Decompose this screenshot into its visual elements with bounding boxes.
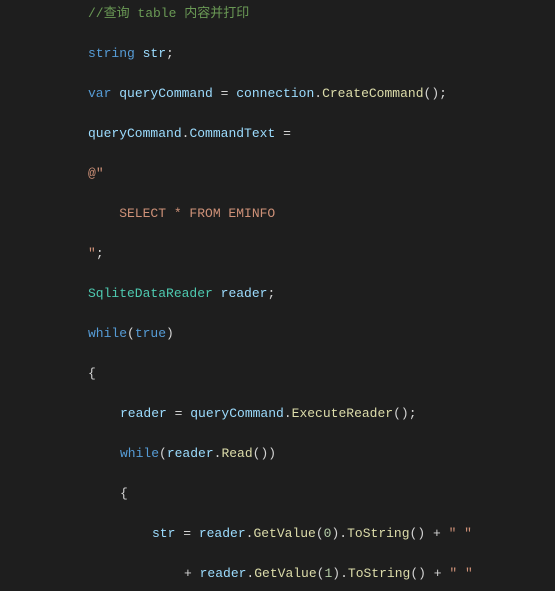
punct: = bbox=[175, 526, 198, 541]
code-line: { bbox=[0, 484, 555, 504]
code-line: + reader.GetValue(1).ToString() + " " bbox=[0, 564, 555, 584]
variable: str bbox=[143, 46, 166, 61]
punct: ; bbox=[409, 406, 417, 421]
code-line: "; bbox=[0, 244, 555, 264]
punct: ) bbox=[418, 566, 426, 581]
punct: + bbox=[425, 526, 448, 541]
variable: reader bbox=[221, 286, 268, 301]
keyword: while bbox=[88, 326, 127, 341]
punct: ) bbox=[401, 406, 409, 421]
punct: . bbox=[340, 566, 348, 581]
punct: ( bbox=[159, 446, 167, 461]
punct: ( bbox=[127, 326, 135, 341]
type: SqliteDataReader bbox=[88, 286, 213, 301]
punct: ) bbox=[417, 526, 425, 541]
code-line: str = reader.GetValue(0).ToString() + " … bbox=[0, 524, 555, 544]
method: ToString bbox=[347, 526, 409, 541]
method: ExecuteReader bbox=[292, 406, 393, 421]
code-line: SqliteDataReader reader; bbox=[0, 284, 555, 304]
variable: connection bbox=[236, 86, 314, 101]
punct: ; bbox=[439, 86, 447, 101]
punct: . bbox=[339, 526, 347, 541]
variable: reader bbox=[120, 406, 167, 421]
code-line: @" bbox=[0, 164, 555, 184]
keyword: var bbox=[88, 86, 111, 101]
method: Read bbox=[221, 446, 252, 461]
string: " " bbox=[449, 526, 472, 541]
variable: queryCommand bbox=[88, 126, 182, 141]
method: ToString bbox=[348, 566, 410, 581]
code-line: while(reader.Read()) bbox=[0, 444, 555, 464]
punct: ; bbox=[267, 286, 275, 301]
code-line: //查询 table 内容并打印 bbox=[0, 4, 555, 24]
keyword: string bbox=[88, 46, 135, 61]
punct: + bbox=[426, 566, 449, 581]
method: CreateCommand bbox=[322, 86, 423, 101]
punct: ( bbox=[410, 566, 418, 581]
at-symbol: @ bbox=[88, 166, 96, 181]
string-content: SELECT * FROM EMINFO bbox=[88, 206, 275, 221]
code-line: string str; bbox=[0, 44, 555, 64]
punct: ; bbox=[166, 46, 174, 61]
string-quote: " bbox=[88, 246, 96, 261]
punct: + bbox=[184, 566, 200, 581]
variable: reader bbox=[200, 566, 247, 581]
punct: ( bbox=[393, 406, 401, 421]
code-line: while(true) bbox=[0, 324, 555, 344]
property: CommandText bbox=[189, 126, 275, 141]
code-line: { bbox=[0, 364, 555, 384]
punct: ; bbox=[96, 246, 104, 261]
brace: { bbox=[120, 486, 128, 501]
keyword: true bbox=[135, 326, 166, 341]
punct: = bbox=[167, 406, 190, 421]
variable: queryCommand bbox=[190, 406, 284, 421]
code-block: //查询 table 内容并打印 string str; var queryCo… bbox=[0, 0, 555, 591]
variable: reader bbox=[167, 446, 214, 461]
punct: ) bbox=[332, 566, 340, 581]
punct: = bbox=[275, 126, 291, 141]
keyword: while bbox=[120, 446, 159, 461]
string-quote: " bbox=[96, 166, 104, 181]
punct: ) bbox=[268, 446, 276, 461]
punct: = bbox=[213, 86, 236, 101]
string: " " bbox=[449, 566, 472, 581]
code-line: var queryCommand = connection.CreateComm… bbox=[0, 84, 555, 104]
punct: . bbox=[314, 86, 322, 101]
method: GetValue bbox=[254, 566, 316, 581]
code-line: queryCommand.CommandText = bbox=[0, 124, 555, 144]
code-line: reader = queryCommand.ExecuteReader(); bbox=[0, 404, 555, 424]
code-line: SELECT * FROM EMINFO bbox=[0, 204, 555, 224]
punct: . bbox=[284, 406, 292, 421]
punct: ) bbox=[431, 86, 439, 101]
comment: //查询 table 内容并打印 bbox=[88, 6, 249, 21]
method: GetValue bbox=[253, 526, 315, 541]
punct: ) bbox=[166, 326, 174, 341]
variable: queryCommand bbox=[119, 86, 213, 101]
brace: { bbox=[88, 366, 96, 381]
variable: str bbox=[152, 526, 175, 541]
variable: reader bbox=[199, 526, 246, 541]
punct: ( bbox=[316, 526, 324, 541]
